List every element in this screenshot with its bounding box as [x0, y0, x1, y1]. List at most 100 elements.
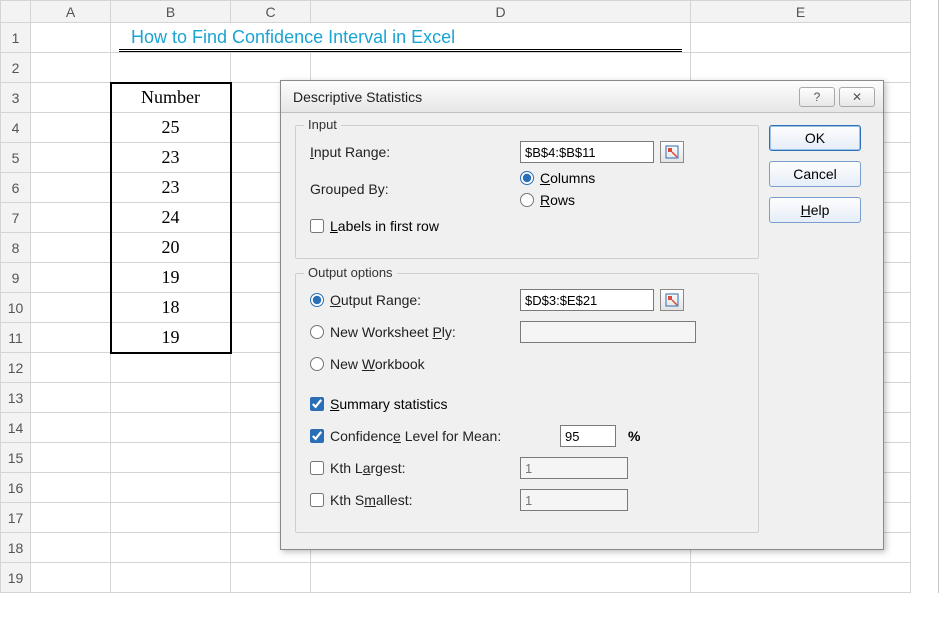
row-header-9[interactable]: 9	[1, 263, 31, 293]
cell-B10[interactable]: 18	[111, 293, 231, 323]
grouped-by-columns[interactable]: Columns	[520, 170, 595, 186]
cell-B4[interactable]: 25	[111, 113, 231, 143]
col-header-E[interactable]: E	[691, 1, 911, 23]
row-header-8[interactable]: 8	[1, 233, 31, 263]
row-header-17[interactable]: 17	[1, 503, 31, 533]
kth-smallest-field[interactable]	[520, 489, 628, 511]
cell-A15[interactable]	[31, 443, 111, 473]
kth-largest-field[interactable]	[520, 457, 628, 479]
row-header-14[interactable]: 14	[1, 413, 31, 443]
cell-B8[interactable]: 20	[111, 233, 231, 263]
cell-B15[interactable]	[111, 443, 231, 473]
labels-first-row[interactable]: Labels in first row	[310, 218, 439, 234]
new-worksheet-field[interactable]	[520, 321, 696, 343]
cell-E19[interactable]	[691, 563, 911, 593]
cell-A18[interactable]	[31, 533, 111, 563]
cancel-button[interactable]: Cancel	[769, 161, 861, 187]
kth-smallest-checkbox[interactable]	[310, 493, 324, 507]
col-header-C[interactable]: C	[231, 1, 311, 23]
dialog-titlebar[interactable]: Descriptive Statistics ? ✕	[281, 81, 883, 113]
cell-B19[interactable]	[111, 563, 231, 593]
cell-B9[interactable]: 19	[111, 263, 231, 293]
row-header-4[interactable]: 4	[1, 113, 31, 143]
cell-A19[interactable]	[31, 563, 111, 593]
row-header-12[interactable]: 12	[1, 353, 31, 383]
col-header-B[interactable]: B	[111, 1, 231, 23]
output-group: Output options Output Range:	[295, 273, 759, 533]
cell-A12[interactable]	[31, 353, 111, 383]
row-header-10[interactable]: 10	[1, 293, 31, 323]
input-range-refedit-button[interactable]	[660, 141, 684, 163]
row-header-13[interactable]: 13	[1, 383, 31, 413]
output-range-refedit-button[interactable]	[660, 289, 684, 311]
row-header-19[interactable]: 19	[1, 563, 31, 593]
col-header-D[interactable]: D	[311, 1, 691, 23]
cell-A16[interactable]	[31, 473, 111, 503]
cell-A7[interactable]	[31, 203, 111, 233]
cell-D2[interactable]	[311, 53, 691, 83]
cell-A1[interactable]	[31, 23, 111, 53]
cell-B18[interactable]	[111, 533, 231, 563]
cell-A2[interactable]	[31, 53, 111, 83]
new-workbook-radio[interactable]	[310, 357, 324, 371]
cell-B2[interactable]	[111, 53, 231, 83]
cell-A11[interactable]	[31, 323, 111, 353]
row-header-7[interactable]: 7	[1, 203, 31, 233]
cell-A3[interactable]	[31, 83, 111, 113]
col-header-A[interactable]: A	[31, 1, 111, 23]
grouped-by-rows[interactable]: Rows	[520, 192, 575, 208]
row-header-18[interactable]: 18	[1, 533, 31, 563]
cell-A14[interactable]	[31, 413, 111, 443]
row-header-5[interactable]: 5	[1, 143, 31, 173]
dialog-close-button[interactable]: ✕	[839, 87, 875, 107]
row-header-15[interactable]: 15	[1, 443, 31, 473]
labels-first-row-checkbox[interactable]	[310, 219, 324, 233]
output-range-radio[interactable]	[310, 293, 324, 307]
confidence-level-checkbox[interactable]	[310, 429, 324, 443]
cell-A5[interactable]	[31, 143, 111, 173]
cell-C19[interactable]	[231, 563, 311, 593]
cell-A4[interactable]	[31, 113, 111, 143]
cell-B12[interactable]	[111, 353, 231, 383]
grouped-by-rows-radio[interactable]	[520, 193, 534, 207]
dialog-help-button[interactable]: ?	[799, 87, 835, 107]
cell-B17[interactable]	[111, 503, 231, 533]
kth-largest-checkbox[interactable]	[310, 461, 324, 475]
new-worksheet-radio[interactable]	[310, 325, 324, 339]
select-all-corner[interactable]	[1, 1, 31, 23]
row-header-11[interactable]: 11	[1, 323, 31, 353]
cell-E1[interactable]	[691, 23, 911, 53]
grouped-by-columns-radio[interactable]	[520, 171, 534, 185]
cell-B6[interactable]: 23	[111, 173, 231, 203]
summary-statistics-checkbox[interactable]	[310, 397, 324, 411]
cell-B7[interactable]: 24	[111, 203, 231, 233]
help-button[interactable]: Help	[769, 197, 861, 223]
cell-E2[interactable]	[691, 53, 911, 83]
row-header-16[interactable]: 16	[1, 473, 31, 503]
cell-D19[interactable]	[311, 563, 691, 593]
confidence-level-field[interactable]	[560, 425, 616, 447]
cell-A9[interactable]	[31, 263, 111, 293]
input-range-label: Input Range:	[310, 144, 520, 160]
cell-A10[interactable]	[31, 293, 111, 323]
summary-statistics[interactable]: Summary statistics	[310, 396, 447, 412]
row-header-6[interactable]: 6	[1, 173, 31, 203]
cell-A17[interactable]	[31, 503, 111, 533]
input-range-field[interactable]	[520, 141, 654, 163]
cell-B5[interactable]: 23	[111, 143, 231, 173]
ok-button[interactable]: OK	[769, 125, 861, 151]
cell-B14[interactable]	[111, 413, 231, 443]
cell-B13[interactable]	[111, 383, 231, 413]
cell-B3[interactable]: Number	[111, 83, 231, 113]
row-header-2[interactable]: 2	[1, 53, 31, 83]
row-header-1[interactable]: 1	[1, 23, 31, 53]
cell-A6[interactable]	[31, 173, 111, 203]
row-header-3[interactable]: 3	[1, 83, 31, 113]
cell-B11[interactable]: 19	[111, 323, 231, 353]
output-range-field[interactable]	[520, 289, 654, 311]
cell-A13[interactable]	[31, 383, 111, 413]
cell-B1[interactable]: How to Find Confidence Interval in Excel	[111, 23, 691, 53]
cell-A8[interactable]	[31, 233, 111, 263]
cell-C2[interactable]	[231, 53, 311, 83]
cell-B16[interactable]	[111, 473, 231, 503]
